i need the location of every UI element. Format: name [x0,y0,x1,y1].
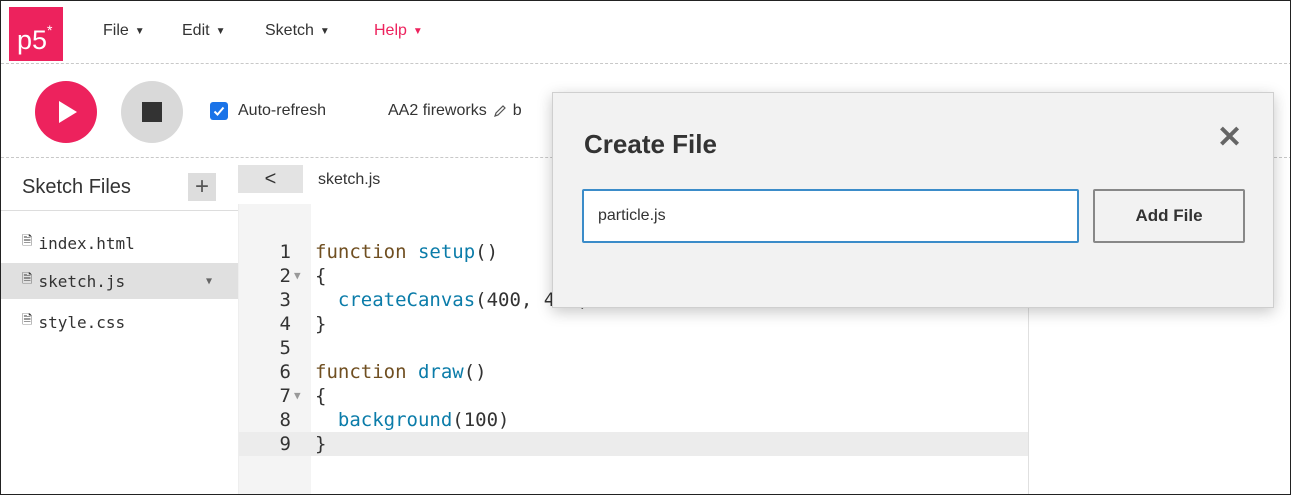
top-nav: p5* File ▼ Edit ▼ Sketch ▼ Help ▼ [1,1,1290,64]
chevron-down-icon: ▼ [134,25,145,37]
chevron-left-icon: < [264,167,277,190]
line-number: 4 [279,313,291,335]
code-line[interactable]: 9} [239,432,1029,456]
file-name: style.css [38,312,126,332]
line-number: 8 [279,409,291,431]
sidebar-header: Sketch Files + [1,159,238,211]
menu-edit[interactable]: Edit ▼ [182,22,225,40]
code-text: { [315,385,327,407]
menu-sketch[interactable]: Sketch ▼ [265,22,330,40]
chevron-down-icon: ▼ [412,25,423,37]
editor-file-name: sketch.js [318,171,381,188]
logo-star: * [47,22,53,38]
add-file-button[interactable]: + [188,173,216,201]
code-line[interactable]: 6 function draw() [239,360,1029,384]
play-button[interactable] [35,81,97,143]
pencil-icon[interactable] [493,104,507,118]
code-line[interactable]: 5 [239,336,1029,360]
line-number: 5 [279,337,291,359]
code-line[interactable]: 7 ▼ { [239,384,1029,408]
file-icon: 🗎 [22,234,33,249]
code-text: } [315,313,327,335]
file-options-chevron-icon[interactable]: ▼ [206,276,212,287]
create-file-modal: Create File ✕ Add File [552,92,1274,308]
chevron-down-icon: ▼ [215,25,226,37]
fold-arrow-icon[interactable]: ▼ [294,384,301,408]
line-number: 6 [279,361,291,383]
sketch-name[interactable]: AA2 fireworks b [388,102,522,120]
file-name-input[interactable] [582,189,1079,243]
add-file-submit-button[interactable]: Add File [1093,189,1245,243]
line-number: 3 [279,289,291,311]
menu-help-label: Help [374,22,407,39]
fold-arrow-icon[interactable]: ▼ [294,264,301,288]
plus-icon: + [194,173,209,200]
code-text: { [315,265,327,287]
code-line[interactable]: 8 background(100) [239,408,1029,432]
logo-text: p5 [17,25,48,55]
stop-button[interactable] [121,81,183,143]
code-text: createCanvas(400, 400) [337,289,590,311]
auto-refresh-label: Auto-refresh [238,102,327,119]
collapse-sidebar-button[interactable]: < [238,165,303,193]
close-icon[interactable]: ✕ [1217,123,1242,153]
stop-icon [142,102,162,122]
modal-title: Create File [584,129,717,159]
sketch-name-tail: b [512,102,522,119]
file-icon: 🗎 [22,272,33,287]
file-name: sketch.js [38,271,126,291]
code-text: function draw() [315,361,487,383]
line-number: 7 [279,385,291,407]
p5-logo[interactable]: p5* [9,7,63,61]
file-icon: 🗎 [22,313,33,328]
checkbox-checked-icon[interactable] [210,102,228,120]
menu-edit-label: Edit [182,22,210,39]
menu-file-label: File [103,22,129,39]
line-number: 9 [279,433,291,455]
chevron-down-icon: ▼ [319,25,330,37]
menu-file[interactable]: File ▼ [103,22,145,40]
file-item-index-html[interactable]: 🗎 index.html [1,225,238,261]
menu-sketch-label: Sketch [265,22,314,39]
p5-editor-window: p5* File ▼ Edit ▼ Sketch ▼ Help ▼ Auto-refre… [0,0,1291,495]
line-number: 1 [279,241,291,263]
file-item-style-css[interactable]: 🗎 style.css [1,304,238,340]
file-item-sketch-js[interactable]: 🗎 sketch.js ▼ [1,263,238,299]
sketch-name-text: AA2 fireworks [388,102,487,119]
code-text: } [315,433,327,455]
line-number: 2 [279,265,291,287]
file-name: index.html [38,233,135,253]
code-line[interactable]: 4} [239,312,1029,336]
code-text: background(100) [337,409,510,431]
auto-refresh-toggle[interactable]: Auto-refresh [210,102,326,120]
menu-help[interactable]: Help ▼ [374,22,423,40]
sidebar-title: Sketch Files [22,176,131,198]
code-text: function setup() [315,241,499,263]
sketch-files-sidebar: Sketch Files + 🗎 index.html 🗎 sketch.js … [1,159,238,494]
play-icon [59,101,77,123]
